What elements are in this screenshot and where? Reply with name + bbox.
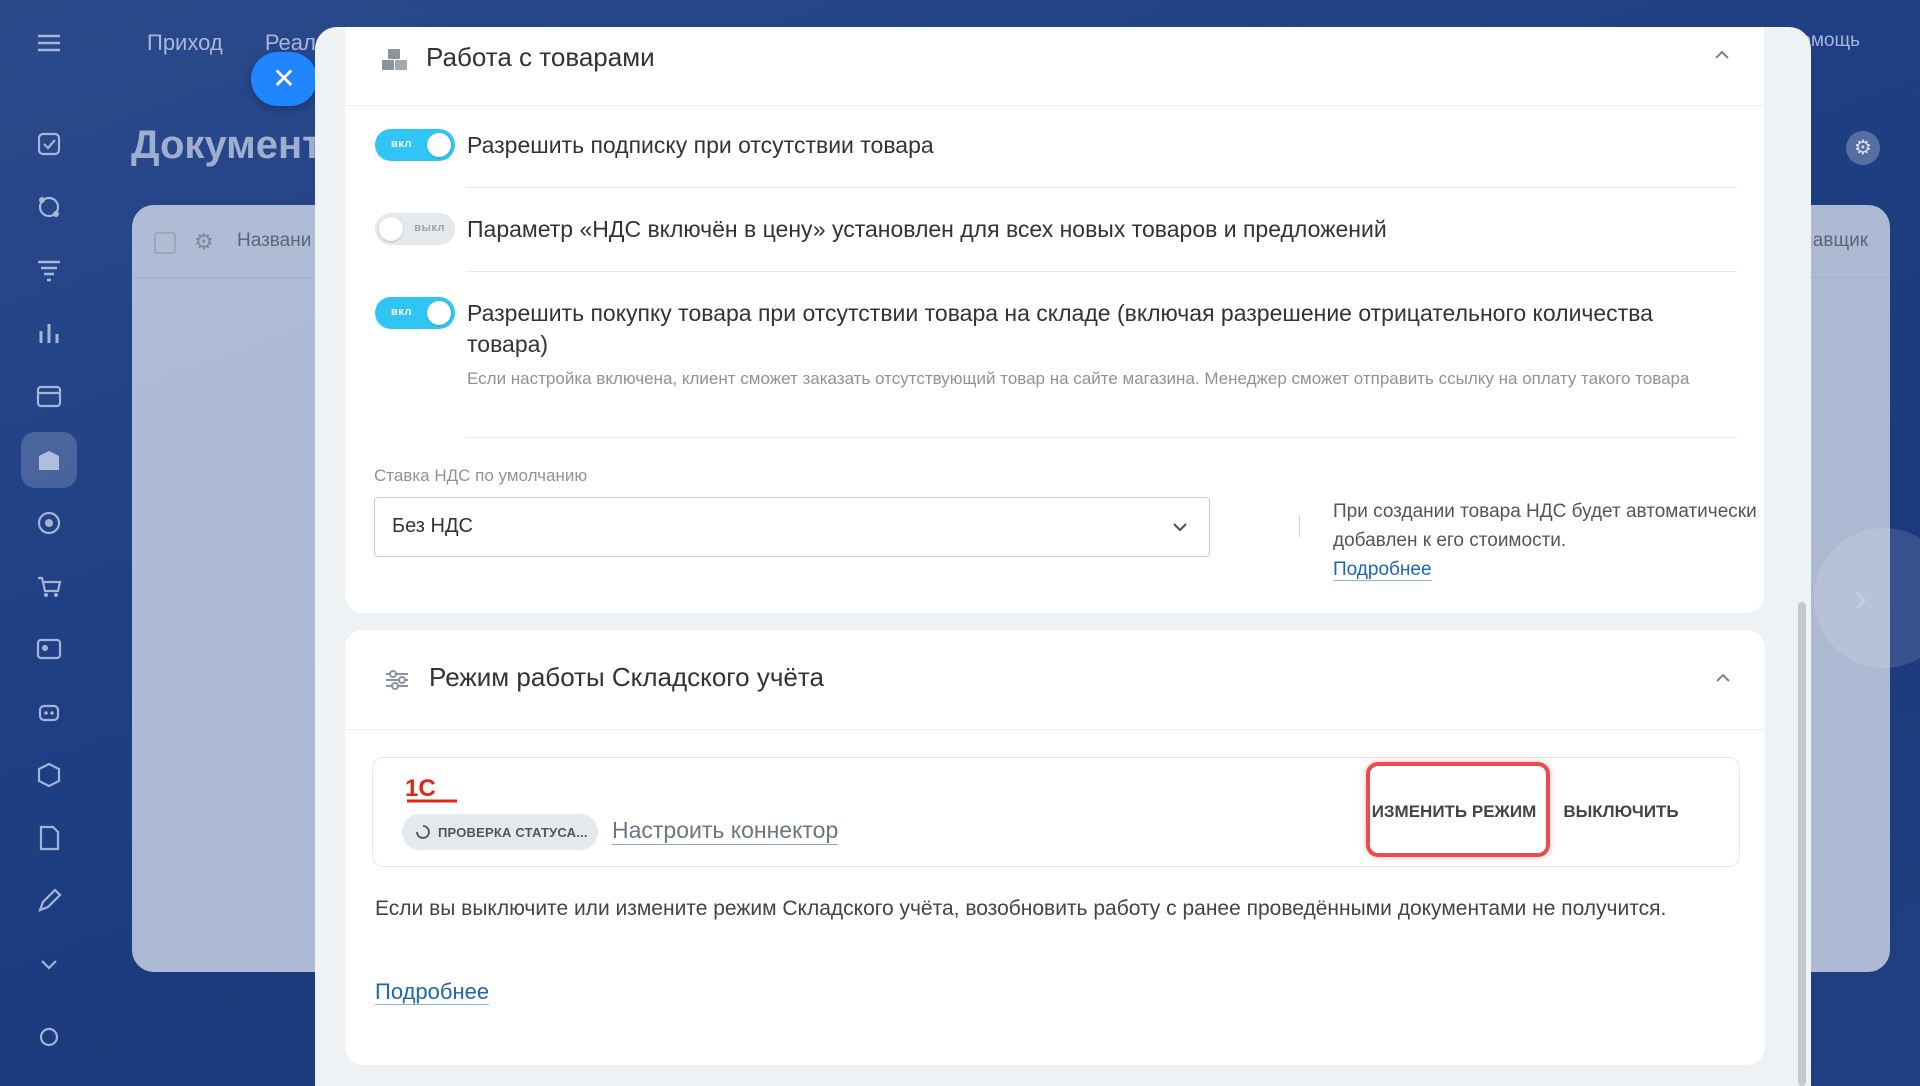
more-link[interactable]: Подробнее bbox=[375, 979, 490, 1005]
funnel-icon[interactable] bbox=[32, 253, 66, 287]
toggle-vat-included[interactable]: выкл bbox=[375, 213, 455, 245]
crm-icon[interactable] bbox=[32, 190, 66, 224]
cube-icon[interactable] bbox=[32, 758, 66, 792]
warehouse-icon[interactable] bbox=[32, 443, 66, 477]
logo-text: 1С bbox=[405, 775, 436, 802]
analytics-icon[interactable] bbox=[32, 316, 66, 350]
option-label: Параметр «НДС включён в цену» установлен… bbox=[467, 216, 1387, 242]
more-link-container: Подробнее bbox=[375, 979, 490, 1005]
vat-note: При создании товара НДС будет автоматиче… bbox=[1333, 497, 1773, 584]
configure-connector-link[interactable]: Настроить коннектор bbox=[612, 817, 839, 845]
gear-icon[interactable]: ⚙ bbox=[1846, 131, 1880, 165]
toggle-negative-stock[interactable]: вкл bbox=[375, 297, 455, 329]
boxes-icon bbox=[379, 45, 409, 75]
settings-slider: Работа с товарами вкл Разрешить подписку… bbox=[315, 27, 1811, 1086]
option-label: Разрешить покупку товара при отсутствии … bbox=[467, 300, 1653, 357]
chevron-up-icon[interactable] bbox=[1712, 45, 1732, 65]
status-badge: ПРОВЕРКА СТАТУСА... bbox=[402, 814, 598, 850]
vat-rate-value: Без НДС bbox=[392, 515, 473, 537]
warning-text: Если вы выключите или измените режим Скл… bbox=[375, 897, 1667, 920]
option-hint: Если настройка включена, клиент сможет з… bbox=[467, 369, 1690, 388]
section-header[interactable]: Работа с товарами bbox=[345, 27, 1764, 106]
inventory-mode-card: Режим работы Складского учёта 1С ПРОВЕРК… bbox=[345, 630, 1765, 1065]
section-header[interactable]: Режим работы Складского учёта bbox=[345, 630, 1765, 730]
close-button[interactable]: ✕ bbox=[251, 52, 317, 106]
divider bbox=[467, 271, 1737, 272]
toggle-state: вкл bbox=[391, 306, 412, 318]
select-all-checkbox[interactable] bbox=[154, 232, 176, 254]
spinner-icon bbox=[416, 825, 430, 839]
column-header[interactable]: Названи bbox=[237, 230, 311, 252]
document-edit-icon[interactable] bbox=[32, 821, 66, 855]
cart-icon[interactable] bbox=[32, 569, 66, 603]
divider bbox=[467, 437, 1737, 438]
section-title: Режим работы Складского учёта bbox=[429, 662, 824, 692]
chevron-down-icon bbox=[1169, 516, 1191, 538]
1c-logo: 1С bbox=[405, 775, 457, 803]
gear-icon[interactable]: ⚙ bbox=[194, 229, 214, 255]
disable-button[interactable]: ВЫКЛЮЧИТЬ bbox=[1551, 794, 1691, 830]
chevron-down-icon[interactable] bbox=[32, 947, 66, 981]
contacts-icon[interactable] bbox=[32, 632, 66, 666]
vat-rate-select[interactable]: Без НДС bbox=[374, 497, 1210, 557]
settings-icon[interactable] bbox=[32, 1020, 66, 1054]
toggle-subscribe[interactable]: вкл bbox=[375, 129, 455, 161]
tasks-icon[interactable] bbox=[32, 127, 66, 161]
change-mode-button[interactable]: ИЗМЕНИТЬ РЕЖИМ bbox=[1368, 794, 1540, 830]
nav-item[interactable]: Приход bbox=[147, 30, 223, 55]
toggle-knob bbox=[379, 217, 403, 241]
toggle-knob bbox=[427, 133, 451, 157]
column-header[interactable]: авщик bbox=[1813, 230, 1868, 252]
vat-note-text: При создании товара НДС будет автоматиче… bbox=[1333, 501, 1757, 551]
status-text: ПРОВЕРКА СТАТУСА... bbox=[438, 825, 588, 840]
sliders-icon bbox=[382, 665, 412, 695]
toggle-state: выкл bbox=[414, 222, 445, 234]
robot-icon[interactable] bbox=[32, 695, 66, 729]
left-sidebar bbox=[0, 0, 100, 1086]
pencil-icon[interactable] bbox=[32, 884, 66, 918]
chevron-up-icon[interactable] bbox=[1713, 668, 1733, 688]
option-label: Разрешить подписку при отсутствии товара bbox=[467, 132, 934, 158]
vat-more-link[interactable]: Подробнее bbox=[1333, 559, 1432, 581]
vat-field-label: Ставка НДС по умолчанию bbox=[374, 466, 588, 485]
divider bbox=[467, 187, 1737, 188]
goods-settings-card: Работа с товарами вкл Разрешить подписку… bbox=[345, 27, 1764, 613]
vertical-separator bbox=[1299, 515, 1300, 537]
section-title: Работа с товарами bbox=[426, 42, 655, 72]
target-icon[interactable] bbox=[32, 506, 66, 540]
calendar-icon[interactable] bbox=[32, 379, 66, 413]
connector-box: 1С ПРОВЕРКА СТАТУСА... Настроить коннект… bbox=[372, 757, 1740, 867]
menu-icon[interactable] bbox=[32, 26, 66, 60]
page-title: Документ bbox=[131, 123, 322, 167]
scrollbar[interactable] bbox=[1798, 602, 1806, 1086]
toggle-knob bbox=[427, 301, 451, 325]
toggle-state: вкл bbox=[391, 138, 412, 150]
